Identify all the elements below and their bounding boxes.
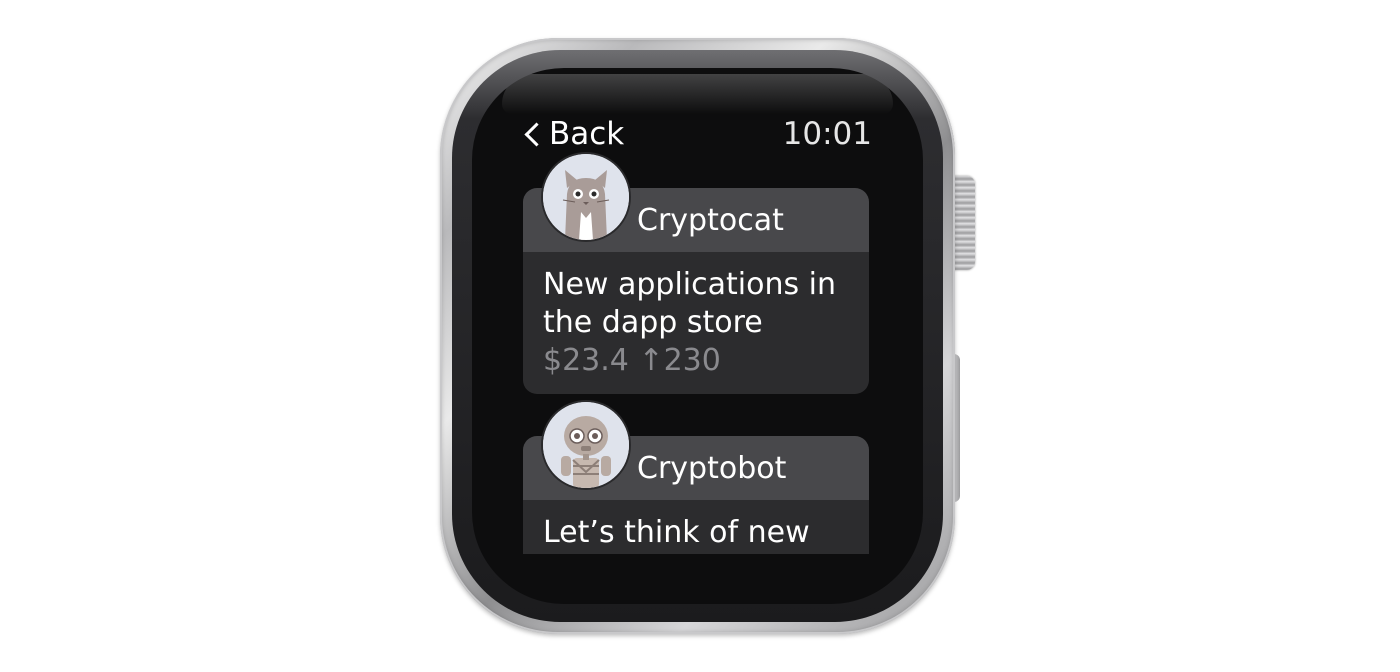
back-label: Back <box>549 116 625 152</box>
feed-card[interactable]: Cryptobot Let’s think of new <box>523 402 869 554</box>
card-message: Let’s think of new <box>543 515 810 550</box>
clock-time: 10:01 <box>782 116 872 152</box>
watch-screen: Back 10:01 Cryptocat New applications in… <box>518 100 874 554</box>
card-header: Cryptobot <box>523 402 869 500</box>
message-feed[interactable]: Cryptocat New applications in the dapp s… <box>518 154 874 554</box>
card-body: Let’s think of new <box>523 500 869 554</box>
card-message: New applications in the dapp store <box>543 267 836 340</box>
cat-avatar-icon <box>543 154 629 240</box>
card-author: Cryptobot <box>637 451 787 486</box>
back-button[interactable]: Back <box>522 112 624 156</box>
card-votes: ↑230 <box>638 343 721 378</box>
watch-stage: Back 10:01 Cryptocat New applications in… <box>0 0 1400 672</box>
feed-card[interactable]: Cryptocat New applications in the dapp s… <box>523 154 869 394</box>
card-price: $23.4 <box>543 343 629 378</box>
robot-avatar-icon <box>543 402 629 488</box>
card-header: Cryptocat <box>523 154 869 252</box>
card-body: New applications in the dapp store $23.4… <box>523 252 869 394</box>
card-meta: $23.4 ↑230 <box>543 342 849 380</box>
chevron-left-icon <box>524 121 549 147</box>
status-bar: Back 10:01 <box>518 112 874 156</box>
card-author: Cryptocat <box>637 203 784 238</box>
